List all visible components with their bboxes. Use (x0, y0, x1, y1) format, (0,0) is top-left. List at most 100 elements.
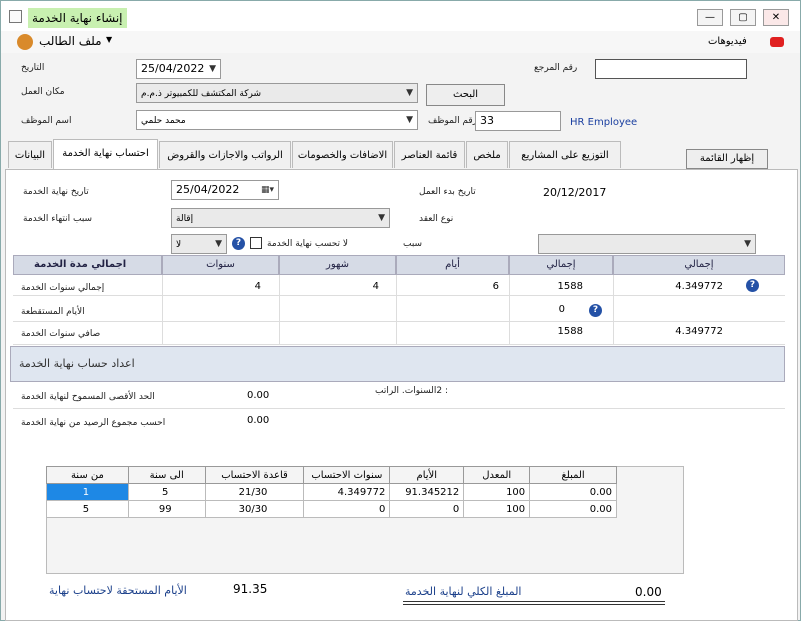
tab-salaries[interactable]: الرواتب والاجازات والقروض (159, 141, 291, 168)
start-date-value: 20/12/2017 (543, 186, 607, 199)
grid-divider (613, 275, 614, 345)
help-icon[interactable]: ? (232, 237, 245, 250)
divider (13, 408, 785, 409)
table-cell[interactable]: 0.00 (529, 500, 617, 518)
table-cell[interactable]: 100 (463, 500, 531, 518)
minimize-button[interactable]: — (697, 9, 723, 26)
table-cell[interactable]: 0.00 (529, 483, 617, 501)
grid-header-total-service: اجمالي مدة الخدمة (13, 255, 162, 275)
days-value: 6 (492, 281, 499, 292)
tab-items[interactable]: قائمة العناصر (394, 141, 465, 168)
col-calc-base[interactable]: قاعدة الاحتساب (204, 466, 305, 484)
window-title: إنشاء نهاية الخدمة (28, 8, 127, 28)
video-icon (770, 37, 784, 47)
emp-name-value: محمد حلمي (141, 116, 186, 126)
help-icon[interactable]: ? (589, 304, 602, 317)
col-to-year[interactable]: الى سنة (127, 466, 206, 484)
maximize-button[interactable]: ▢ (730, 9, 756, 26)
balance-value: 0.00 (247, 415, 270, 426)
table-cell[interactable]: 0 (389, 500, 465, 518)
workplace-value: شركة المكتشف للكمبيوتر ذ.م.م (141, 89, 261, 99)
row-label: إجمالي سنوات الخدمة (21, 283, 105, 293)
search-button[interactable]: البحث (426, 84, 505, 106)
table-header-row: من سنة الى سنة قاعدة الاحتساب سنوات الاح… (46, 466, 617, 484)
end-date-label: تاريخ نهاية الخدمة (23, 187, 89, 197)
rates-table[interactable]: من سنة الى سنة قاعدة الاحتساب سنوات الاح… (46, 466, 617, 518)
table-row[interactable]: 1 5 21/30 4.349772 91.345212 100 0.00 (46, 483, 617, 501)
tab-data[interactable]: البيانات (8, 141, 52, 168)
total1-value: 0 (558, 304, 565, 315)
table-cell[interactable]: 5 (46, 500, 129, 518)
table-cell[interactable]: 30/30 (204, 500, 305, 518)
total-label: المبلغ الكلي لنهاية الخدمة (405, 585, 522, 598)
end-date-picker[interactable]: 25/04/2022 ▦▾ (171, 180, 279, 200)
no-calc-select[interactable]: لا ▼ (171, 234, 227, 254)
end-reason-select[interactable]: إقالة ▼ (171, 208, 390, 228)
show-list-button[interactable]: إظهار القائمة (686, 149, 768, 169)
calendar-icon: ▦▾ (260, 185, 274, 195)
end-date-value: 25/04/2022 (176, 183, 240, 196)
grid-header-total2: إجمالي (613, 255, 785, 275)
col-calc-years[interactable]: سنوات الاحتساب (303, 466, 391, 484)
table-cell[interactable]: 99 (127, 500, 206, 518)
chevron-down-icon: ▼ (744, 239, 751, 249)
date-picker[interactable]: 25/04/2022 ▼ (136, 59, 221, 79)
grid-divider (162, 275, 163, 345)
table-cell[interactable]: 100 (463, 483, 531, 501)
balance-label: احسب مجموع الرصيد من نهاية الخدمة (21, 418, 166, 428)
tab-additions[interactable]: الاضافات والخصومات (292, 141, 393, 168)
total-value: 0.00 (635, 585, 662, 599)
grid-divider (396, 275, 397, 345)
emp-no-input[interactable]: 33 (475, 111, 561, 131)
profile-menu[interactable]: ملف الطالب (39, 34, 102, 48)
col-days[interactable]: الأيام (389, 466, 465, 484)
start-date-label: تاريخ بدء العمل (419, 187, 476, 197)
table-cell[interactable]: 4.349772 (303, 483, 391, 501)
col-from-year[interactable]: من سنة (46, 466, 129, 484)
table-cell[interactable]: 91.345212 (389, 483, 465, 501)
tab-eos-calc[interactable]: احتساب نهاية الخدمة (53, 139, 158, 169)
no-calc-checkbox[interactable] (250, 237, 262, 249)
salary-note: : 2السنوات. الراتب (375, 386, 449, 396)
date-label: التاريخ (21, 63, 45, 73)
dropdown-arrow-icon[interactable]: ▼ (106, 35, 112, 44)
emp-name-select[interactable]: محمد حلمي ▼ (136, 110, 418, 130)
grid-header-total1: إجمالي (509, 255, 613, 275)
workplace-label: مكان العمل (21, 87, 65, 97)
grid-divider (13, 321, 785, 322)
tab-projects[interactable]: التوزيع على المشاريع (509, 141, 621, 168)
workplace-select[interactable]: شركة المكتشف للكمبيوتر ذ.م.م ▼ (136, 83, 418, 103)
reason-select[interactable]: ▼ (538, 234, 756, 254)
no-calc-label: لا تحسب نهاية الخدمة (267, 239, 349, 249)
months-value: 4 (372, 281, 379, 292)
section-title: اعداد حساب نهاية الخدمة (10, 346, 785, 382)
close-button[interactable]: ✕ (763, 9, 789, 26)
reason-label: سبب (403, 239, 423, 249)
date-value: 25/04/2022 (141, 62, 205, 75)
emp-name-label: اسم الموظف (21, 116, 72, 126)
chevron-down-icon: ▼ (406, 88, 413, 98)
table-cell[interactable]: 1 (46, 483, 129, 501)
no-calc-value: لا (176, 240, 182, 250)
total2-value: 4.349772 (675, 326, 723, 337)
grid-divider (13, 344, 785, 345)
emp-no-label: رقم الموظف (428, 116, 478, 126)
help-icon[interactable]: ? (746, 279, 759, 292)
col-amount[interactable]: المبلغ (529, 466, 617, 484)
menu-bar: ▼ ملف الطالب فيديوهات (1, 31, 800, 53)
table-cell[interactable]: 5 (127, 483, 206, 501)
table-cell[interactable]: 0 (303, 500, 391, 518)
chevron-down-icon: ▼ (378, 213, 385, 223)
contract-label: نوع العقد (419, 214, 454, 224)
ref-input[interactable] (595, 59, 747, 79)
years-value: 4 (254, 281, 261, 292)
grid-divider (509, 275, 510, 345)
table-cell[interactable]: 21/30 (204, 483, 305, 501)
table-row[interactable]: 5 99 30/30 0 0 100 0.00 (46, 500, 617, 518)
tab-summary[interactable]: ملخص (466, 141, 508, 168)
emp-code-link[interactable]: HR Employee (570, 117, 637, 128)
days-label: الأيام المستحقة لاحتساب نهاية (49, 584, 187, 597)
col-rate[interactable]: المعدل (463, 466, 531, 484)
videos-menu[interactable]: فيديوهات (708, 36, 747, 47)
title-bar: إنشاء نهاية الخدمة — ▢ ✕ (1, 1, 800, 31)
